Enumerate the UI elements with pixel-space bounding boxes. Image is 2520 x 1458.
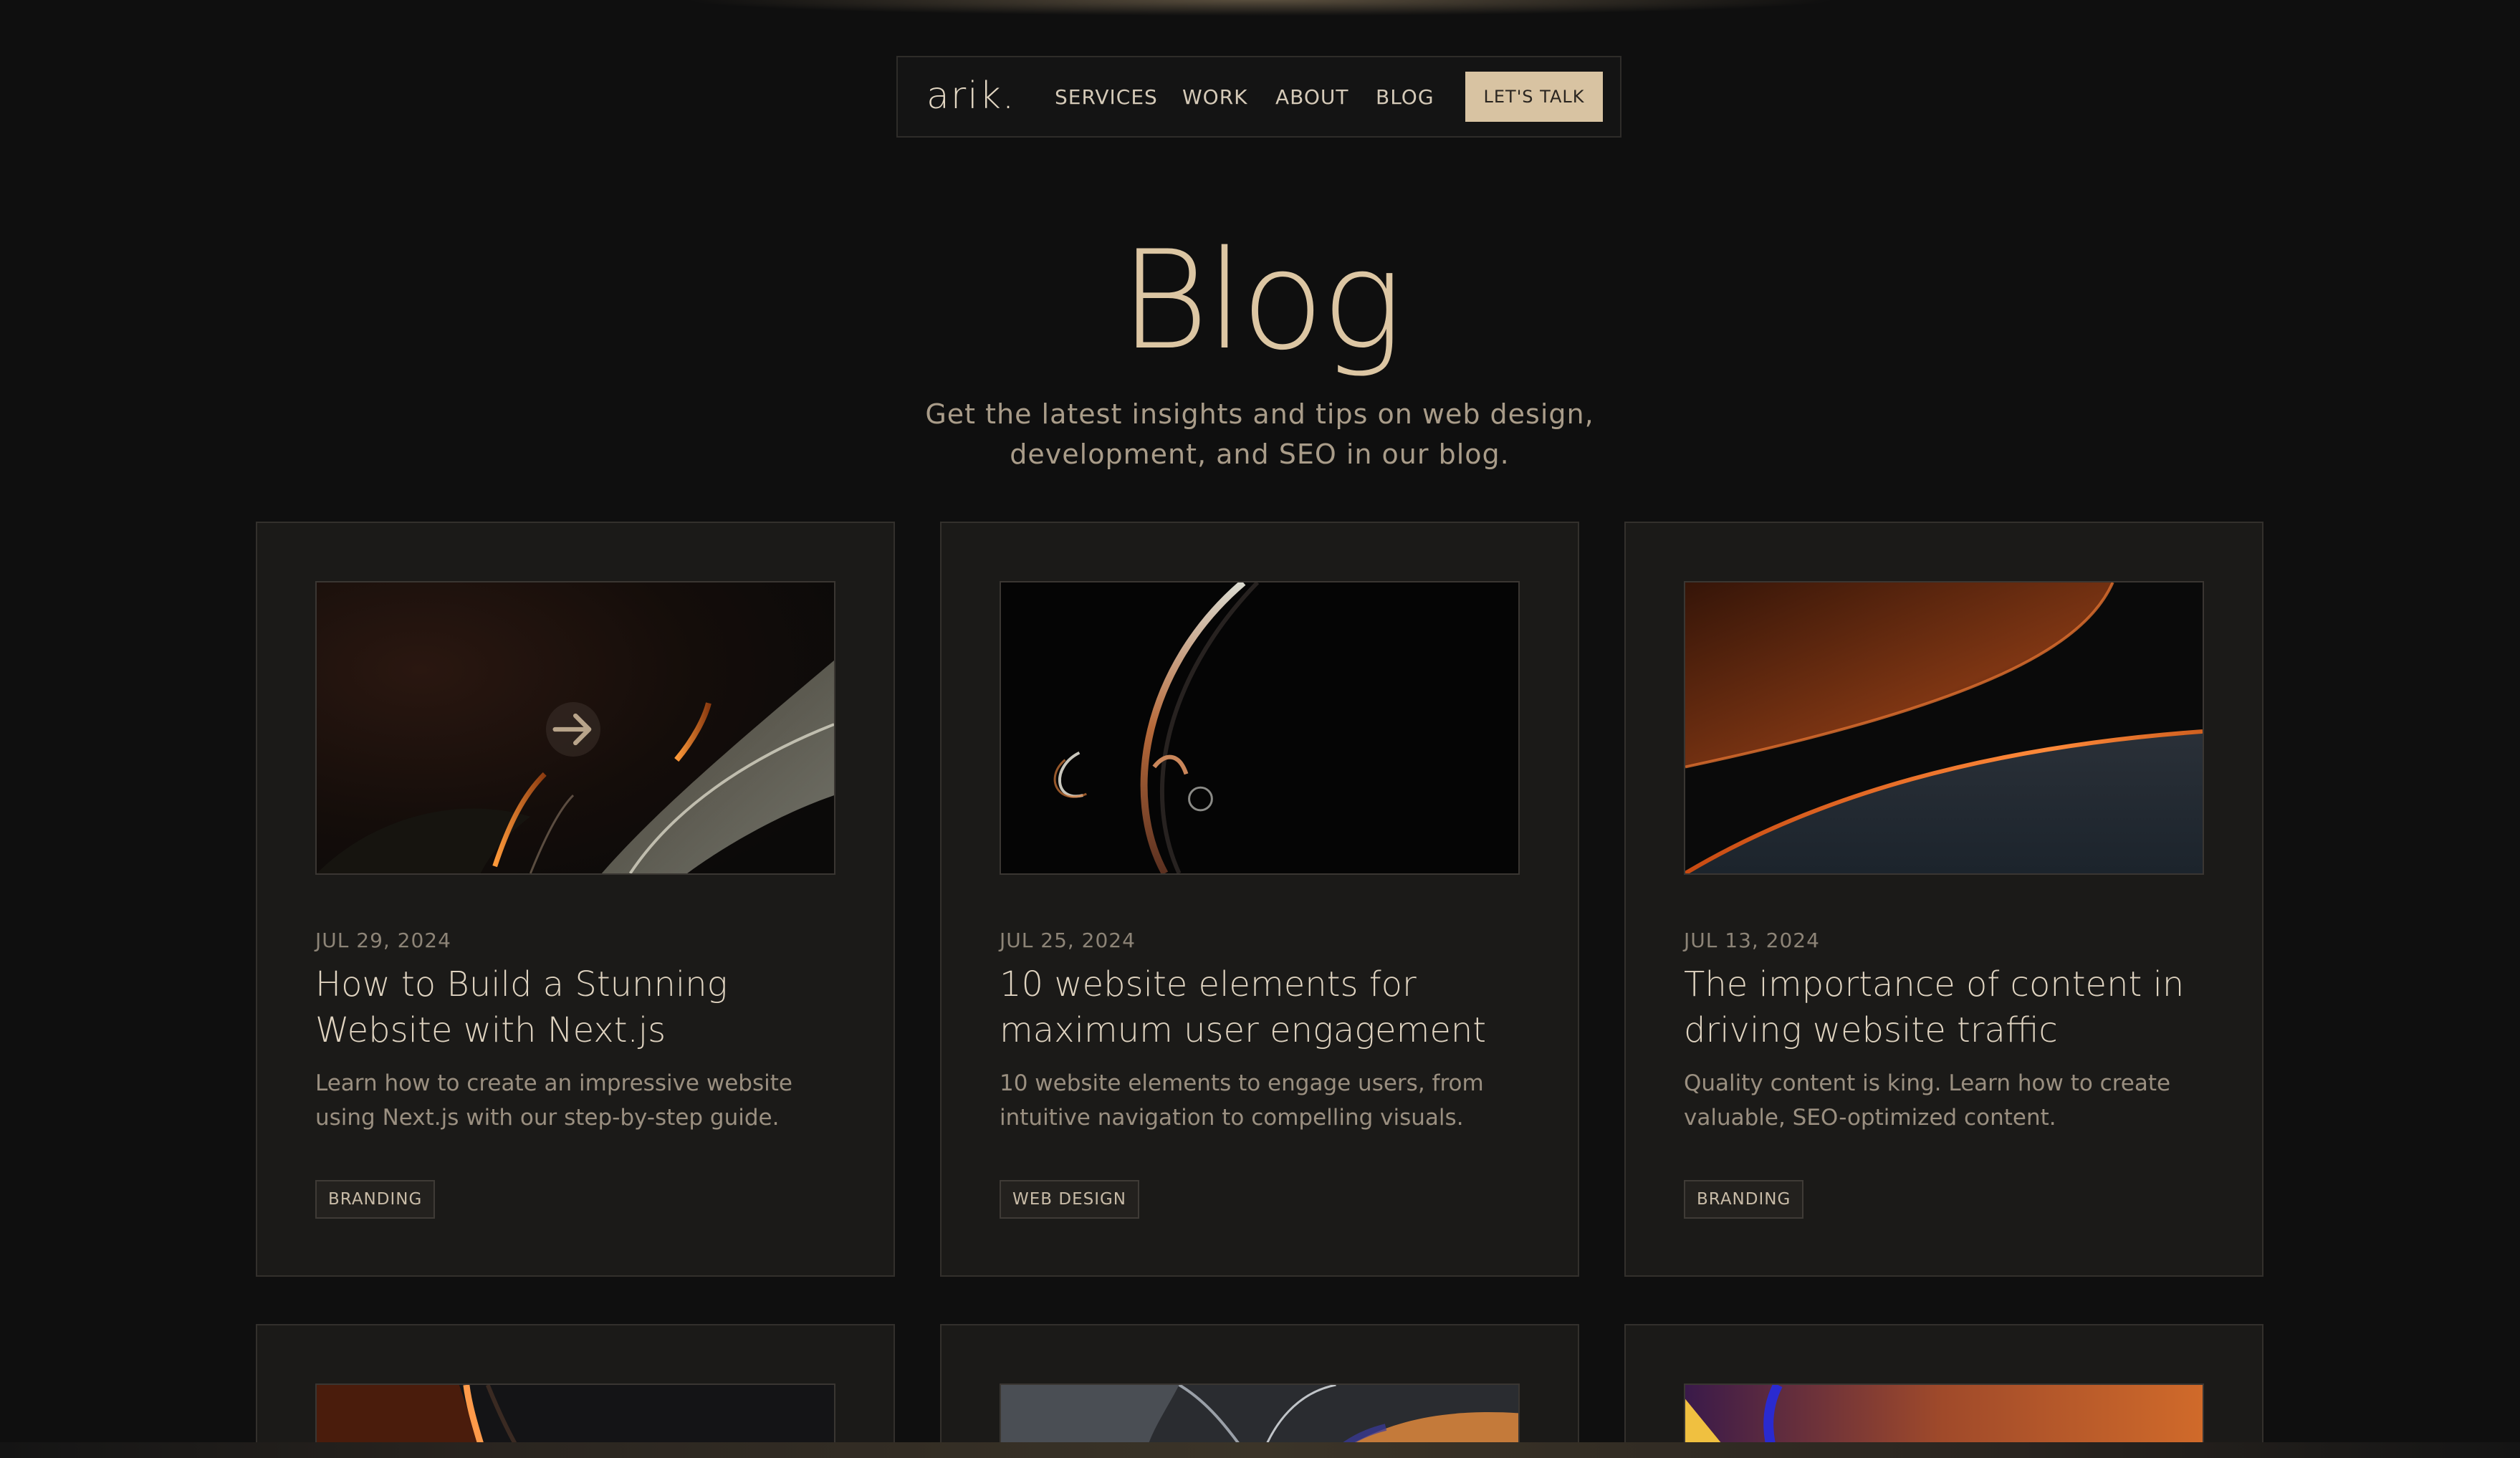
blog-card-2-image[interactable] (1000, 581, 1520, 875)
blog-card-5[interactable] (940, 1324, 1579, 1458)
post-title[interactable]: How to Build a Stunning Website with Nex… (315, 961, 860, 1053)
blog-card-6[interactable] (1624, 1324, 2263, 1458)
nav-link-blog[interactable]: BLOG (1376, 85, 1434, 110)
blog-card-4[interactable] (256, 1324, 895, 1458)
post-tag[interactable]: BRANDING (315, 1180, 436, 1219)
blog-card-2[interactable]: JUL 25, 2024 10 website elements for max… (940, 522, 1579, 1277)
logo[interactable]: arik. (926, 75, 1015, 117)
page-subtitle-line-2: development, and SEO in our blog. (1010, 438, 1510, 470)
abstract-image-3 (1685, 582, 2203, 873)
nav-link-services[interactable]: SERVICES (1055, 85, 1158, 110)
bottom-glow (0, 1442, 2520, 1458)
page-subtitle: Get the latest insights and tips on web … (866, 394, 1654, 474)
post-date: JUL 13, 2024 (1684, 929, 1820, 952)
post-tag[interactable]: BRANDING (1684, 1180, 1804, 1219)
blog-card-1-image[interactable] (315, 581, 835, 875)
page-subtitle-line-1: Get the latest insights and tips on web … (925, 398, 1594, 430)
top-navbar: arik. SERVICES WORK ABOUT BLOG LET'S TAL… (896, 56, 1621, 138)
arrow-right-icon[interactable] (546, 702, 600, 757)
nav-link-about[interactable]: ABOUT (1275, 85, 1349, 110)
nav-link-work[interactable]: WORK (1182, 85, 1248, 110)
blog-card-3-image[interactable] (1684, 581, 2204, 875)
post-date: JUL 29, 2024 (315, 929, 451, 952)
post-description: Learn how to create an impressive websit… (315, 1070, 792, 1131)
blog-card-3[interactable]: JUL 13, 2024 The importance of content i… (1624, 522, 2263, 1277)
post-description: 10 website elements to engage users, fro… (1000, 1070, 1484, 1131)
post-description: Quality content is king. Learn how to cr… (1684, 1070, 2171, 1131)
page-title: Blog (1119, 221, 1403, 380)
page: arik. SERVICES WORK ABOUT BLOG LET'S TAL… (0, 0, 2520, 1458)
post-tag[interactable]: WEB DESIGN (1000, 1180, 1140, 1219)
lets-talk-button[interactable]: LET'S TALK (1465, 72, 1603, 122)
post-date: JUL 25, 2024 (1000, 929, 1136, 952)
top-glow (0, 0, 2520, 16)
abstract-image-2 (1001, 582, 1518, 873)
post-title[interactable]: The importance of content in driving web… (1684, 961, 2228, 1053)
post-title[interactable]: 10 website elements for maximum user eng… (1000, 961, 1544, 1053)
blog-card-1[interactable]: JUL 29, 2024 How to Build a Stunning Web… (256, 522, 895, 1277)
